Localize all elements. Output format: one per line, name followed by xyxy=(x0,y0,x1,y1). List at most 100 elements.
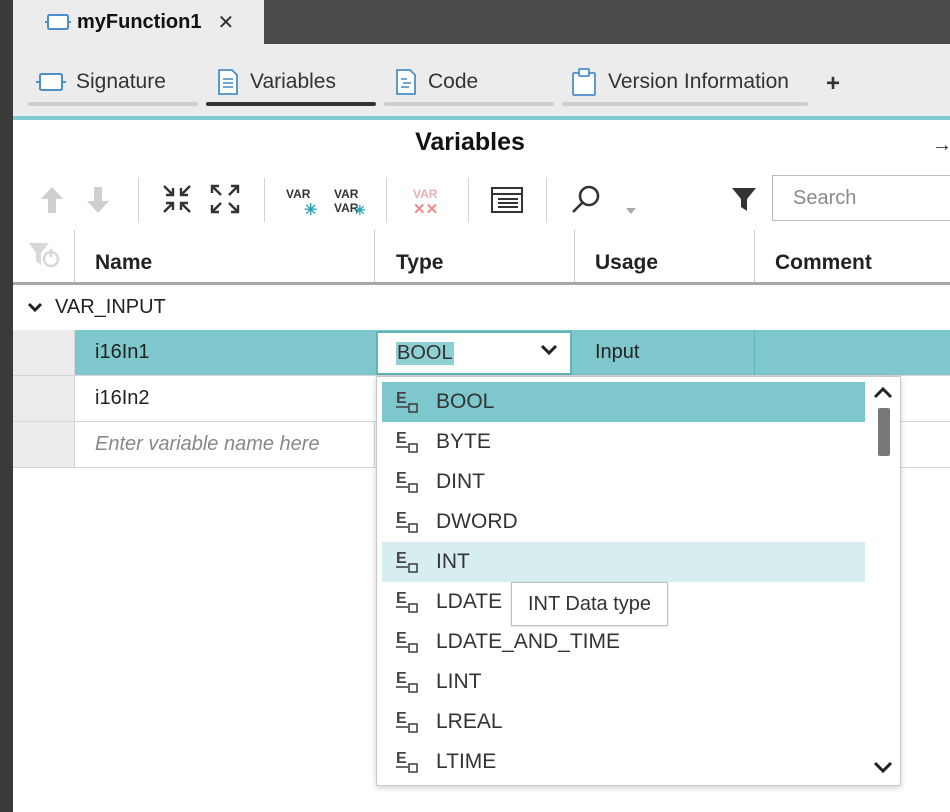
toolbar-separator xyxy=(468,178,469,222)
group-row-var-input[interactable]: VAR_INPUT xyxy=(13,285,950,329)
chevron-down-icon[interactable] xyxy=(27,301,43,313)
svg-text:E: E xyxy=(396,390,407,407)
toolbar-separator xyxy=(386,178,387,222)
tab-underline xyxy=(28,102,198,106)
svg-text:E: E xyxy=(396,710,407,727)
type-option[interactable]: E DINT xyxy=(382,462,865,502)
delete-variable-icon[interactable]: VAR ✕✕ xyxy=(410,182,446,218)
tab-code-label: Code xyxy=(428,70,479,93)
close-icon[interactable]: ✕ xyxy=(217,10,234,35)
row-gutter[interactable] xyxy=(13,330,75,375)
toolbar-separator xyxy=(264,178,265,222)
data-type-icon: E xyxy=(396,510,418,533)
data-type-icon: E xyxy=(396,590,418,613)
tab-version-information[interactable]: Version Information xyxy=(562,60,808,106)
row-gutter[interactable] xyxy=(13,422,75,467)
svg-text:E: E xyxy=(396,430,407,447)
svg-text:✕✕: ✕✕ xyxy=(413,201,438,218)
tab-signature-label: Signature xyxy=(76,70,166,93)
pin-icon[interactable]: → xyxy=(932,134,950,157)
signature-icon xyxy=(36,73,66,91)
move-up-icon[interactable] xyxy=(36,184,68,216)
column-separator xyxy=(374,230,375,282)
tab-version-information-label: Version Information xyxy=(608,70,789,93)
type-select[interactable]: BOOL xyxy=(376,331,572,375)
data-type-icon: E xyxy=(396,710,418,733)
tab-underline xyxy=(384,102,554,106)
document-tab[interactable]: myFunction1 ✕ xyxy=(13,0,264,44)
find-icon[interactable] xyxy=(566,180,606,220)
tab-signature[interactable]: Signature xyxy=(28,60,198,106)
scroll-down-icon[interactable] xyxy=(872,760,894,776)
type-option[interactable]: E INT xyxy=(382,542,865,582)
svg-text:✳: ✳ xyxy=(354,202,366,218)
tab-underline xyxy=(562,102,808,106)
type-option[interactable]: E LDATE_AND_TIME xyxy=(382,622,865,662)
new-variable-name-input[interactable]: Enter variable name here xyxy=(75,422,375,467)
type-tooltip: INT Data type xyxy=(511,582,669,626)
expand-all-icon[interactable] xyxy=(208,182,242,216)
filter-icon[interactable] xyxy=(728,184,760,214)
toolbar-separator xyxy=(138,178,139,222)
column-header-comment[interactable]: Comment xyxy=(775,230,945,282)
cell-name[interactable]: i16In1 xyxy=(95,330,375,375)
cell-usage[interactable]: Input xyxy=(595,330,755,375)
column-separator xyxy=(574,230,575,282)
type-option-label: DWORD xyxy=(436,510,518,533)
data-type-icon: E xyxy=(396,670,418,693)
svg-text:E: E xyxy=(396,590,407,607)
type-option-label: INT xyxy=(436,550,470,573)
row-gutter[interactable] xyxy=(13,376,75,421)
type-option-label: LTIME xyxy=(436,750,497,773)
type-option-label: BYTE xyxy=(436,430,491,453)
type-option-label: LREAL xyxy=(436,710,503,733)
column-separator xyxy=(754,230,755,282)
function-block-icon xyxy=(45,14,71,30)
document-tab-title: myFunction1 xyxy=(77,10,202,33)
collapse-all-icon[interactable] xyxy=(160,182,194,216)
svg-text:E: E xyxy=(396,470,407,487)
column-header-name[interactable]: Name xyxy=(95,230,365,282)
tab-underline xyxy=(206,102,376,106)
toolbar-separator xyxy=(546,178,547,222)
column-header-type[interactable]: Type xyxy=(396,230,566,282)
type-option[interactable]: E BOOL xyxy=(382,382,865,422)
svg-text:✳: ✳ xyxy=(304,202,317,218)
variables-list-icon xyxy=(218,69,238,95)
svg-text:VAR: VAR xyxy=(286,187,311,201)
type-dropdown-list[interactable]: E BOOL E BYTE E DINT E DWORD E INT E LDA… xyxy=(376,376,901,786)
clear-filter-icon[interactable] xyxy=(26,238,62,272)
add-variable-icon[interactable]: VAR ✳ xyxy=(284,182,320,218)
find-dropdown-arrow-icon[interactable] xyxy=(626,208,636,214)
type-option-label: BOOL xyxy=(436,390,495,413)
type-option[interactable]: E LREAL xyxy=(382,702,865,742)
column-header-usage[interactable]: Usage xyxy=(595,230,745,282)
type-option-label: LDATE xyxy=(436,590,503,613)
type-option-label: LDATE_AND_TIME xyxy=(436,630,620,653)
type-option[interactable]: E BYTE xyxy=(382,422,865,462)
accent-divider xyxy=(13,116,950,120)
type-option[interactable]: E LTIME xyxy=(382,742,865,782)
move-down-icon[interactable] xyxy=(82,184,114,216)
svg-text:E: E xyxy=(396,510,407,527)
tab-code[interactable]: Code xyxy=(384,60,554,106)
search-input[interactable] xyxy=(772,175,950,221)
type-select-value: BOOL xyxy=(396,341,454,365)
svg-text:E: E xyxy=(396,670,407,687)
window-left-edge xyxy=(0,0,13,812)
type-option[interactable]: E LINT xyxy=(382,662,865,702)
add-tab-button[interactable]: + xyxy=(826,70,840,98)
dropdown-scrollbar-thumb[interactable] xyxy=(878,408,890,456)
column-separator xyxy=(74,230,75,282)
data-type-icon: E xyxy=(396,470,418,493)
table-view-icon[interactable] xyxy=(488,182,526,218)
tab-variables[interactable]: Variables xyxy=(206,60,376,106)
group-label: VAR_INPUT xyxy=(55,295,166,318)
svg-text:E: E xyxy=(396,630,407,647)
data-type-icon: E xyxy=(396,550,418,573)
scroll-up-icon[interactable] xyxy=(872,384,894,400)
insert-variable-icon[interactable]: VAR VAR ✳ xyxy=(332,182,368,218)
type-option-label: DINT xyxy=(436,470,485,493)
type-option[interactable]: E DWORD xyxy=(382,502,865,542)
cell-name[interactable]: i16In2 xyxy=(95,376,375,421)
